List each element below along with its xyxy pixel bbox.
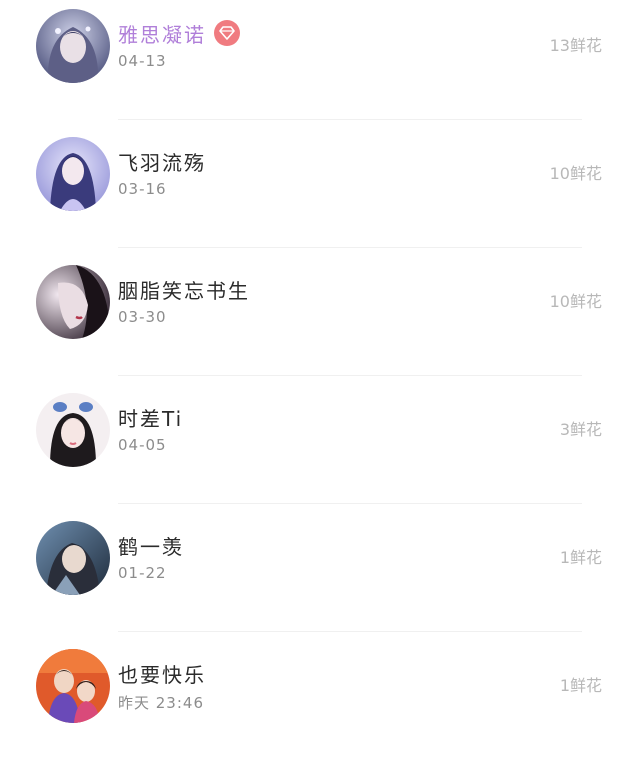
- avatar[interactable]: [36, 265, 110, 339]
- divider: [118, 247, 582, 248]
- name-line: 也要快乐: [118, 658, 206, 688]
- name-line: 胭脂笑忘书生: [118, 274, 250, 304]
- list-item[interactable]: 时差Ti 04-05 3鲜花: [0, 384, 640, 512]
- list-item[interactable]: 鹤一羡 01-22 1鲜花: [0, 512, 640, 640]
- divider: [118, 375, 582, 376]
- list-item[interactable]: 也要快乐 昨天 23:46 1鲜花: [0, 640, 640, 768]
- name-line: 鹤一羡: [118, 530, 184, 560]
- gift-time: 01-22: [118, 564, 167, 582]
- avatar[interactable]: [36, 137, 110, 211]
- gift-time: 03-16: [118, 180, 167, 198]
- divider: [118, 119, 582, 120]
- divider: [118, 503, 582, 504]
- name-line: 雅思凝诺: [118, 18, 240, 48]
- list-item[interactable]: 雅思凝诺 04-13 13鲜花: [0, 0, 640, 128]
- flower-count: 10鲜花: [549, 292, 602, 311]
- flower-count: 3鲜花: [559, 420, 602, 439]
- gift-time: 昨天 23:46: [118, 694, 204, 712]
- gift-time: 04-13: [118, 52, 167, 70]
- flower-count: 10鲜花: [549, 164, 602, 183]
- flower-count: 1鲜花: [559, 548, 602, 567]
- avatar[interactable]: [36, 521, 110, 595]
- avatar[interactable]: [36, 393, 110, 467]
- list-item[interactable]: 飞羽流殇 03-16 10鲜花: [0, 128, 640, 256]
- user-name[interactable]: 雅思凝诺: [118, 19, 206, 48]
- flower-count: 1鲜花: [559, 676, 602, 695]
- divider: [118, 631, 582, 632]
- gift-record-list: 雅思凝诺 04-13 13鲜花 飞羽流殇 03-16 10鲜花 胭脂笑忘书生 0…: [0, 0, 640, 734]
- name-line: 飞羽流殇: [118, 146, 206, 176]
- user-name[interactable]: 胭脂笑忘书生: [118, 275, 250, 304]
- list-item[interactable]: 胭脂笑忘书生 03-30 10鲜花: [0, 256, 640, 384]
- name-line: 时差Ti: [118, 402, 183, 432]
- avatar[interactable]: [36, 649, 110, 723]
- diamond-icon: [214, 20, 240, 46]
- user-name[interactable]: 也要快乐: [118, 659, 206, 688]
- gift-time: 04-05: [118, 436, 167, 454]
- avatar[interactable]: [36, 9, 110, 83]
- user-name[interactable]: 时差Ti: [118, 403, 183, 432]
- user-name[interactable]: 鹤一羡: [118, 531, 184, 560]
- flower-count: 13鲜花: [549, 36, 602, 55]
- user-name[interactable]: 飞羽流殇: [118, 147, 206, 176]
- gift-time: 03-30: [118, 308, 167, 326]
